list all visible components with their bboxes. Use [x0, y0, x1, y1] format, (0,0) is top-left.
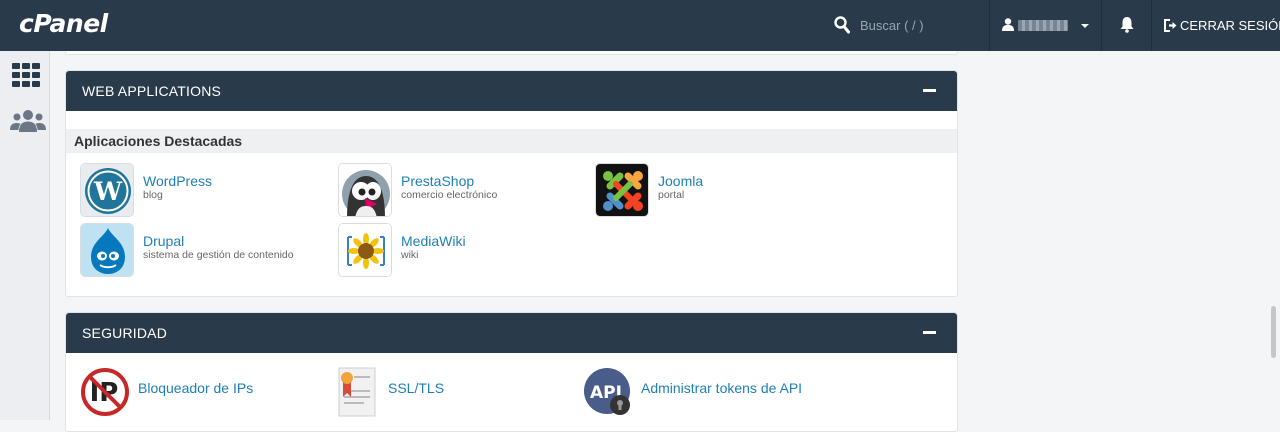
app-prestashop[interactable]: PrestaShop comercio electrónico [338, 163, 578, 217]
app-name: WordPress [143, 173, 212, 189]
app-description: wiki [401, 249, 419, 261]
user-menu[interactable] [990, 0, 1101, 51]
cpanel-logo[interactable]: cPanel [19, 9, 108, 38]
security-panel: SEGURIDAD IP Bloqueador de IPs SSL/TLS A… [65, 312, 958, 432]
svg-text:W: W [93, 177, 123, 206]
security-item-label: Administrar tokens de API [641, 380, 803, 396]
security-item-api-tokens[interactable]: API Administrar tokens de API [583, 365, 843, 415]
panel-title: WEB APPLICATIONS [82, 83, 222, 99]
joomla-icon [595, 163, 649, 217]
collapse-icon[interactable] [923, 326, 937, 340]
app-description: blog [143, 189, 163, 201]
sidebar-item-users[interactable] [0, 101, 50, 145]
security-item-label: SSL/TLS [388, 380, 445, 396]
previous-panel-bottom [65, 51, 958, 55]
users-icon [10, 110, 46, 132]
logout-label: CERRAR SESIÓN [1180, 18, 1280, 33]
top-navbar: cPanel CERRAR SESIÓN [0, 0, 1280, 51]
mediawiki-icon [338, 223, 392, 277]
app-drupal[interactable]: Drupal sistema de gestión de contenido [80, 223, 330, 277]
app-name: MediaWiki [401, 233, 466, 249]
notifications-button[interactable] [1102, 0, 1152, 51]
app-wordpress[interactable]: W WordPress blog [80, 163, 320, 217]
sidebar-item-tools[interactable] [0, 51, 50, 95]
left-sidebar [0, 51, 50, 420]
panel-header[interactable]: WEB APPLICATIONS [66, 71, 957, 111]
security-item-ssl-tls[interactable]: SSL/TLS [334, 365, 534, 417]
security-item-ip-blocker[interactable]: IP Bloqueador de IPs [80, 365, 300, 416]
prestashop-icon [338, 163, 392, 217]
grid-icon [12, 63, 40, 87]
chevron-down-icon [1081, 24, 1089, 28]
featured-apps-heading: Aplicaciones Destacadas [66, 129, 957, 153]
scrollbar-thumb[interactable] [1271, 306, 1276, 358]
ip-blocker-icon: IP [81, 368, 129, 416]
wordpress-icon: W [80, 163, 134, 217]
search-input[interactable] [860, 14, 980, 36]
username-redacted [1018, 20, 1068, 31]
certificate-icon [338, 367, 376, 417]
app-name: Joomla [658, 173, 704, 189]
bell-icon [1120, 17, 1134, 33]
collapse-icon[interactable] [923, 84, 937, 98]
logout-icon [1164, 19, 1177, 32]
panel-header[interactable]: SEGURIDAD [66, 313, 957, 353]
drupal-icon [80, 223, 134, 277]
app-mediawiki[interactable]: MediaWiki wiki [338, 223, 578, 277]
app-description: sistema de gestión de contenido [143, 249, 294, 261]
app-description: portal [658, 189, 685, 201]
app-name: Drupal [143, 233, 185, 249]
security-item-label: Bloqueador de IPs [138, 380, 254, 396]
app-description: comercio electrónico [401, 189, 498, 201]
logout-button[interactable]: CERRAR SESIÓN [1152, 0, 1280, 51]
web-applications-panel: WEB APPLICATIONS Aplicaciones Destacadas… [65, 70, 958, 297]
app-joomla[interactable]: Joomla portal [595, 163, 835, 217]
app-name: PrestaShop [401, 173, 475, 189]
search-icon[interactable] [834, 16, 850, 34]
user-icon [1002, 18, 1014, 31]
api-token-icon: API [584, 368, 630, 415]
panel-title: SEGURIDAD [82, 325, 168, 341]
featured-apps-title: Aplicaciones Destacadas [74, 133, 243, 149]
